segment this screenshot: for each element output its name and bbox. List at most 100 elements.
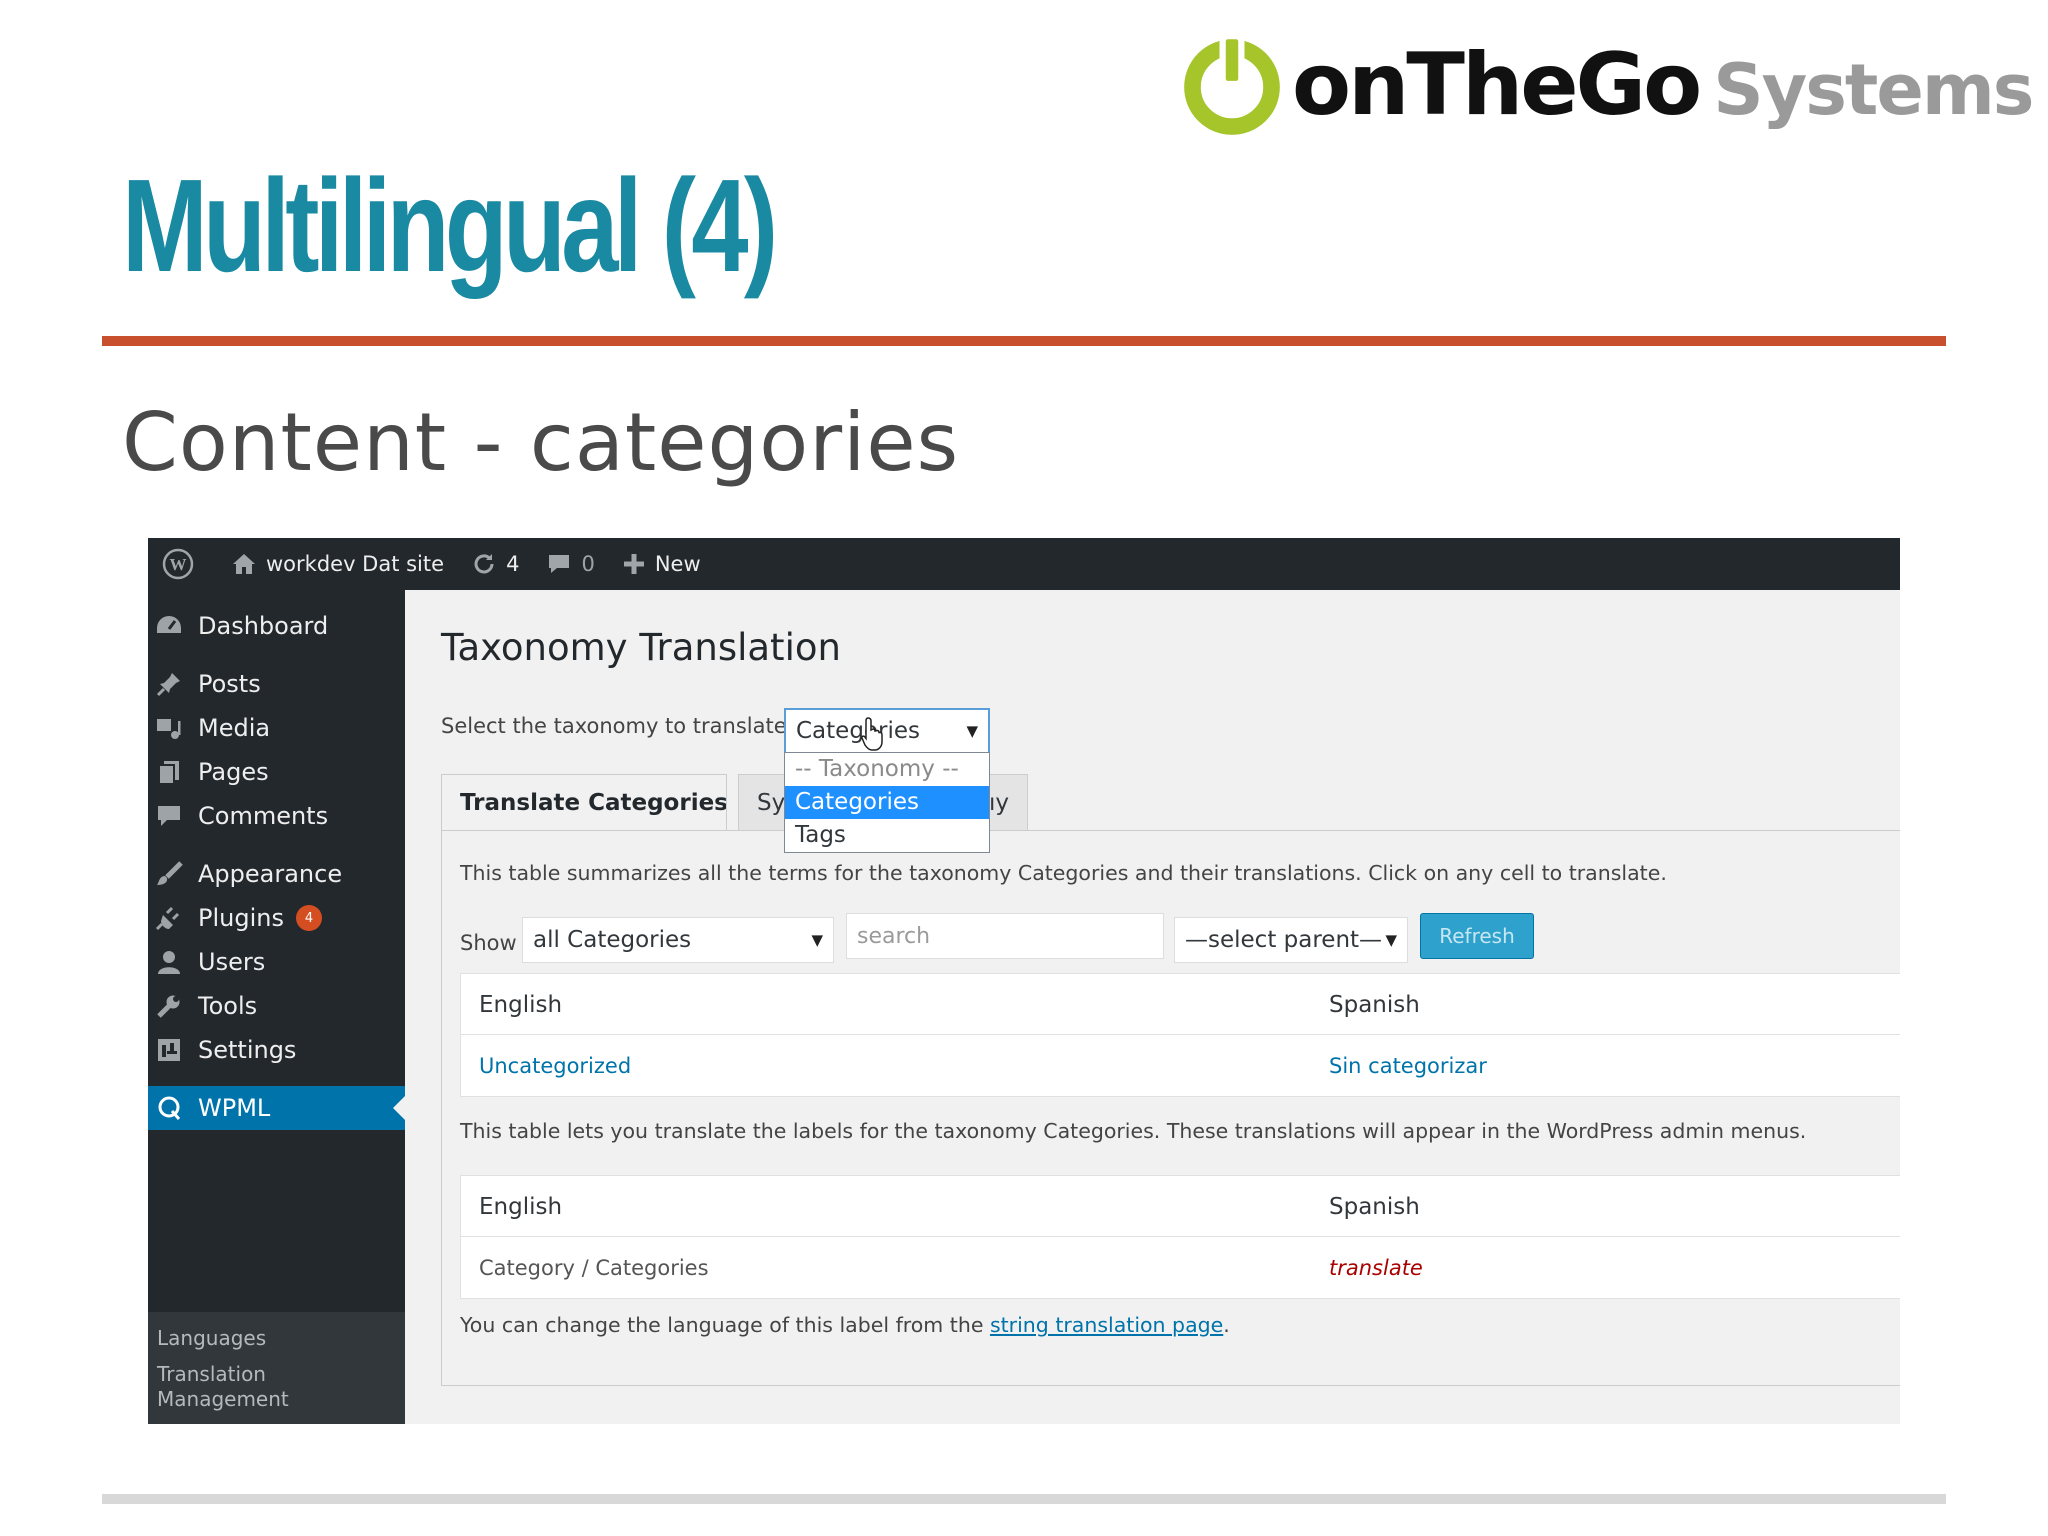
admin-bar: W workdev Dat site 4 0 New	[148, 538, 1900, 590]
sidebar-item-label: Tools	[198, 992, 258, 1020]
dropdown-option-categories[interactable]: Categories	[785, 786, 989, 819]
home-icon	[233, 554, 255, 574]
term-original-link[interactable]: Uncategorized	[479, 1035, 631, 1096]
terms-table-description: This table summarizes all the terms for …	[460, 861, 1667, 885]
taxonomy-panel: This table summarizes all the terms for …	[441, 830, 1900, 1386]
site-name: workdev Dat site	[266, 552, 445, 576]
sidebar-item-label: Posts	[198, 670, 261, 698]
comment-icon	[549, 555, 570, 573]
chevron-down-icon: ▼	[1385, 931, 1397, 949]
table-header-row: English Spanish	[461, 974, 1900, 1035]
show-filter-value: all Categories	[533, 927, 692, 953]
taxonomy-dropdown-list: -- Taxonomy -- Categories Tags	[784, 752, 990, 853]
user-icon	[152, 945, 186, 979]
submenu-item-translation-management[interactable]: Translation Management	[157, 1362, 297, 1412]
wrench-icon	[152, 989, 186, 1023]
active-indicator-arrow	[393, 1096, 405, 1120]
slide-title: Multilingual (4)	[122, 152, 778, 299]
sidebar-item-label: Media	[198, 714, 271, 742]
label-original: Category / Categories	[479, 1255, 709, 1280]
new-label: New	[654, 552, 701, 576]
labels-table-description: This table lets you translate the labels…	[460, 1119, 1807, 1143]
logo-brand-on: onTheGo	[1292, 35, 1702, 135]
bottom-rule	[102, 1494, 1946, 1504]
tab-translate-categories[interactable]: Translate Categories	[441, 774, 727, 830]
parent-filter-value: —select parent—	[1185, 927, 1383, 953]
taxonomy-select[interactable]: Categories ▼	[784, 708, 990, 754]
wordpress-icon: W	[162, 548, 194, 580]
show-filter-select[interactable]: all Categories ▼	[522, 917, 834, 963]
main-content: Taxonomy Translation Select the taxonomy…	[405, 590, 1900, 1424]
title-rule	[102, 336, 1946, 346]
show-filter-label: Show	[460, 931, 517, 955]
term-translation-link[interactable]: Sin categorizar	[1329, 1035, 1487, 1096]
sidebar-item-dashboard[interactable]: Dashboard	[148, 600, 405, 652]
sidebar-item-label: Appearance	[198, 860, 343, 888]
footer-note-text: You can change the language of this labe…	[460, 1313, 990, 1337]
sidebar-item-label: Users	[198, 948, 266, 976]
refresh-icon	[474, 554, 494, 574]
wp-admin-screenshot: W workdev Dat site 4 0 New Dashboard Pos…	[148, 538, 1900, 1424]
wp-logo-button[interactable]: W	[148, 538, 218, 590]
plugins-update-badge: 4	[295, 905, 322, 931]
wpml-icon	[152, 1091, 186, 1125]
terms-table: English Spanish Uncategorized Sin catego…	[460, 973, 1900, 1097]
admin-sidebar: Dashboard Posts Media Pages Comments App…	[148, 590, 405, 1424]
search-placeholder: search	[857, 923, 931, 949]
dropdown-option-taxonomy[interactable]: -- Taxonomy --	[785, 753, 989, 786]
sidebar-item-comments[interactable]: Comments	[148, 790, 405, 842]
mouse-cursor-icon	[861, 717, 883, 751]
sidebar-item-label: Plugins	[198, 904, 284, 932]
sidebar-item-wpml[interactable]: WPML	[148, 1086, 405, 1130]
pin-icon	[152, 667, 186, 701]
updates-link[interactable]: 4	[458, 538, 533, 590]
column-header-english: English	[479, 1193, 563, 1220]
comments-link[interactable]: 0	[533, 538, 608, 590]
sidebar-item-label: Dashboard	[198, 612, 329, 640]
svg-text:W: W	[170, 555, 187, 574]
tab-label-prefix: Sy	[757, 789, 786, 816]
column-header-spanish: Spanish	[1329, 991, 1420, 1018]
chevron-down-icon: ▼	[811, 931, 823, 949]
labels-table: English Spanish Category / Categories tr…	[460, 1175, 1900, 1299]
table-row: Uncategorized Sin categorizar	[461, 1035, 1900, 1096]
brush-icon	[152, 857, 186, 891]
chevron-down-icon: ▼	[966, 722, 978, 740]
column-header-english: English	[479, 991, 563, 1018]
footer-note-end: .	[1223, 1313, 1230, 1337]
company-logo: onTheGo Systems	[1180, 30, 2034, 140]
sidebar-item-settings[interactable]: Settings	[148, 1024, 405, 1076]
submenu-item-languages[interactable]: Languages	[157, 1326, 266, 1351]
sidebar-item-label: Pages	[198, 758, 269, 786]
table-row: Category / Categories translate	[461, 1237, 1900, 1298]
search-input[interactable]: search	[846, 913, 1164, 959]
power-icon	[1184, 37, 1280, 135]
sidebar-item-label: Comments	[198, 802, 329, 830]
sidebar-item-label: Settings	[198, 1036, 297, 1064]
page-title: Taxonomy Translation	[441, 626, 841, 669]
dashboard-icon	[152, 609, 186, 643]
table-header-row: English Spanish	[461, 1176, 1900, 1237]
site-name-link[interactable]: workdev Dat site	[218, 538, 458, 590]
slide-subtitle: Content - categories	[122, 396, 960, 489]
comments-count: 0	[581, 552, 595, 576]
settings-icon	[152, 1033, 186, 1067]
new-content-link[interactable]: New	[609, 538, 715, 590]
footer-note: You can change the language of this labe…	[460, 1313, 1230, 1337]
tab-label: Translate Categories	[460, 789, 727, 816]
refresh-button[interactable]: Refresh	[1420, 913, 1534, 959]
column-header-spanish: Spanish	[1329, 1193, 1420, 1220]
pages-icon	[152, 755, 186, 789]
updates-count: 4	[506, 552, 520, 576]
dropdown-option-tags[interactable]: Tags	[785, 819, 989, 852]
sidebar-item-label: WPML	[198, 1094, 271, 1122]
comment-icon	[152, 799, 186, 833]
string-translation-link[interactable]: string translation page	[990, 1313, 1223, 1337]
logo-brand-systems: Systems	[1713, 49, 2034, 131]
taxonomy-select-label: Select the taxonomy to translate:	[441, 714, 794, 738]
media-icon	[152, 711, 186, 745]
taxonomy-select-value: Categories	[796, 718, 920, 744]
plugin-icon	[152, 901, 186, 935]
parent-filter-select[interactable]: —select parent— ▼	[1174, 917, 1408, 963]
label-translate-link[interactable]: translate	[1329, 1237, 1423, 1298]
